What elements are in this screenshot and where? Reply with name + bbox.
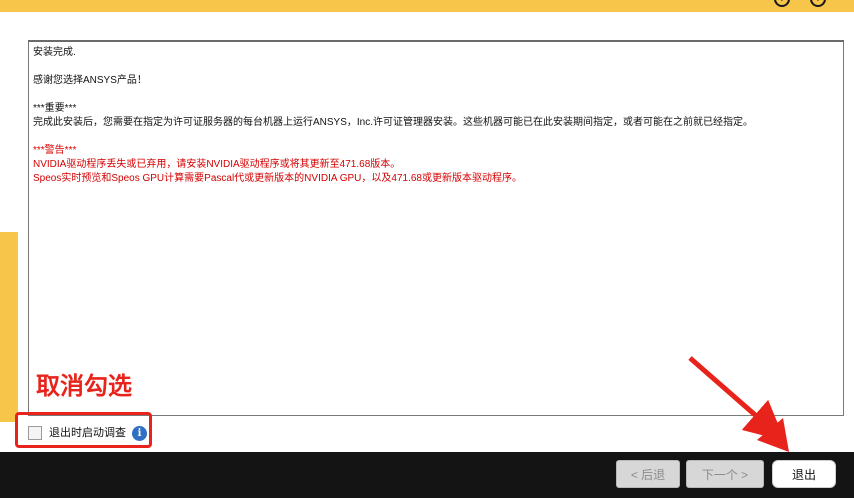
warning-line: Speos实时预览和Speos GPU计算需要Pascal代或更新版本的NVID… xyxy=(33,173,522,184)
back-button[interactable]: < 后退 xyxy=(616,460,680,488)
install-message-box[interactable]: 安装完成. 感谢您选择ANSYS产品！ ***重要*** 完成此安装后，您需要在… xyxy=(28,40,844,416)
annotation-label: 取消勾选 xyxy=(36,373,132,400)
message-line: 完成此安装后，您需要在指定为许可证服务器的每台机器上运行ANSYS，Inc.许可… xyxy=(33,117,754,128)
warning-line: ***警告*** xyxy=(33,145,77,156)
left-decor xyxy=(0,232,18,422)
exit-button[interactable]: 退出 xyxy=(772,460,836,488)
top-band xyxy=(0,0,854,12)
survey-checkbox-label: 退出时启动调查 xyxy=(49,427,126,439)
info-icon[interactable]: i xyxy=(132,426,147,441)
message-line: 感谢您选择ANSYS产品！ xyxy=(33,75,147,86)
warning-line: NVIDIA驱动程序丢失或已弃用，请安装NVIDIA驱动程序或将其更新至471.… xyxy=(33,159,401,170)
next-button[interactable]: 下一个 > xyxy=(686,460,764,488)
message-line: ***重要*** xyxy=(33,103,77,114)
message-line: 安装完成. xyxy=(33,47,76,58)
survey-checkbox[interactable] xyxy=(28,426,42,440)
